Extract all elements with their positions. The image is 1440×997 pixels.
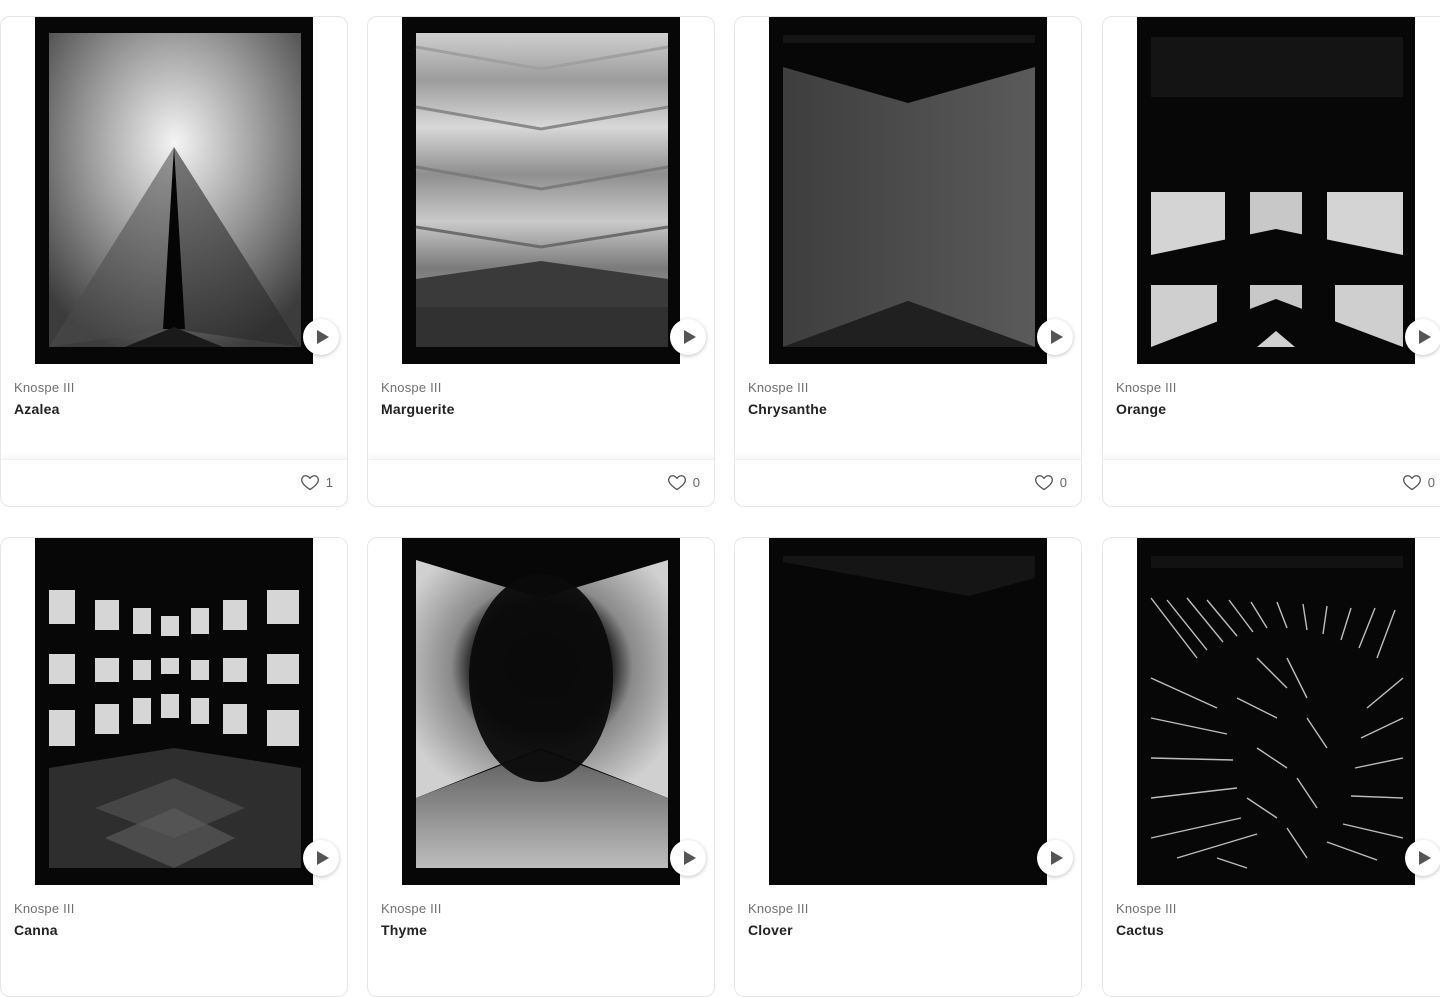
like-count: 1	[325, 474, 333, 490]
like-button[interactable]: 1	[300, 472, 333, 492]
card-meta: Knospe III Azalea	[14, 379, 75, 418]
artwork-thumbnail[interactable]	[769, 538, 1047, 885]
artwork-card[interactable]: Knospe III Cactus	[1102, 537, 1440, 997]
card-meta: Knospe III Chrysanthe	[748, 379, 827, 418]
play-icon	[683, 330, 696, 344]
artwork-title[interactable]: Orange	[1116, 400, 1177, 418]
card-footer: 0	[368, 459, 714, 506]
collection-name: Knospe III	[748, 901, 809, 916]
play-button[interactable]	[1405, 319, 1440, 355]
like-button[interactable]: 0	[667, 472, 700, 492]
play-button[interactable]	[303, 319, 339, 355]
play-button[interactable]	[1037, 840, 1073, 876]
card-footer: 0	[1103, 459, 1440, 506]
artwork-thumbnail[interactable]	[402, 17, 680, 364]
play-icon	[1050, 851, 1063, 865]
play-icon	[316, 851, 329, 865]
heart-icon	[1402, 475, 1421, 491]
artwork-card[interactable]: Knospe III Azalea 1	[0, 16, 348, 507]
artwork-card[interactable]: Knospe III Clover	[734, 537, 1082, 997]
like-count: 0	[1059, 474, 1067, 490]
artwork-title[interactable]: Thyme	[381, 921, 442, 939]
collection-name: Knospe III	[1116, 901, 1177, 916]
play-button[interactable]	[1405, 840, 1440, 876]
artwork-thumbnail[interactable]	[769, 17, 1047, 364]
play-icon	[683, 851, 696, 865]
heart-icon	[1034, 475, 1053, 491]
like-button[interactable]: 0	[1034, 472, 1067, 492]
artwork-card[interactable]: Knospe III Marguerite 0	[367, 16, 715, 507]
artwork-title[interactable]: Azalea	[14, 400, 75, 418]
artwork-thumbnail[interactable]	[1137, 17, 1415, 364]
artwork-title[interactable]: Canna	[14, 921, 75, 939]
card-meta: Knospe III Clover	[748, 900, 809, 939]
artwork-card[interactable]: Knospe III Chrysanthe 0	[734, 16, 1082, 507]
play-icon	[1418, 851, 1431, 865]
artwork-thumbnail[interactable]	[35, 538, 313, 885]
like-count: 0	[692, 474, 700, 490]
play-button[interactable]	[670, 319, 706, 355]
artwork-title[interactable]: Clover	[748, 921, 809, 939]
artwork-title[interactable]: Cactus	[1116, 921, 1177, 939]
artwork-card[interactable]: Knospe III Canna	[0, 537, 348, 997]
artwork-card[interactable]: Knospe III Orange 0	[1102, 16, 1440, 507]
card-meta: Knospe III Orange	[1116, 379, 1177, 418]
artwork-title[interactable]: Marguerite	[381, 400, 455, 418]
like-count: 0	[1427, 474, 1435, 490]
artwork-title[interactable]: Chrysanthe	[748, 400, 827, 418]
collection-name: Knospe III	[381, 380, 442, 395]
card-footer: 0	[735, 459, 1081, 506]
collection-name: Knospe III	[748, 380, 809, 395]
card-meta: Knospe III Canna	[14, 900, 75, 939]
artwork-thumbnail[interactable]	[1137, 538, 1415, 885]
play-icon	[1418, 330, 1431, 344]
card-meta: Knospe III Marguerite	[381, 379, 455, 418]
card-meta: Knospe III Thyme	[381, 900, 442, 939]
card-meta: Knospe III Cactus	[1116, 900, 1177, 939]
play-button[interactable]	[670, 840, 706, 876]
collection-name: Knospe III	[14, 380, 75, 395]
artwork-card[interactable]: Knospe III Thyme	[367, 537, 715, 997]
artwork-thumbnail[interactable]	[402, 538, 680, 885]
card-footer: 1	[1, 459, 347, 506]
like-button[interactable]: 0	[1402, 472, 1435, 492]
collection-name: Knospe III	[1116, 380, 1177, 395]
play-icon	[1050, 330, 1063, 344]
artwork-thumbnail[interactable]	[35, 17, 313, 364]
artwork-grid: Knospe III Azalea 1 Knospe III Marguerit…	[0, 0, 1440, 997]
play-icon	[316, 330, 329, 344]
heart-icon	[667, 475, 686, 491]
collection-name: Knospe III	[14, 901, 75, 916]
play-button[interactable]	[303, 840, 339, 876]
heart-icon	[300, 475, 319, 491]
collection-name: Knospe III	[381, 901, 442, 916]
play-button[interactable]	[1037, 319, 1073, 355]
